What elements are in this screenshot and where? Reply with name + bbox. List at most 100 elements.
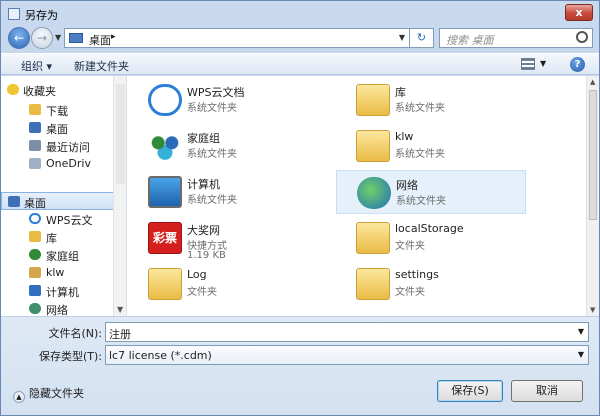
file-name: 网络 [396,179,418,192]
file-name: WPS云文档 [187,86,245,99]
file-item-wps-cloud[interactable]: WPS云文档 系统文件夹 [128,78,318,122]
filename-value[interactable]: 注册 [109,326,131,342]
file-list: WPS云文档 系统文件夹 库 系统文件夹 家庭组 系统文件夹 klw 系统文件夹… [128,76,586,316]
folder-icon [356,268,390,300]
file-item-computer[interactable]: 计算机 系统文件夹 [128,170,318,214]
search-icon[interactable] [576,31,588,43]
file-name: 家庭组 [187,132,220,145]
computer-icon [29,285,41,296]
file-type: 系统文件夹 [395,149,445,160]
filetype-value: lc7 license (*.cdm) [109,349,212,362]
file-item-dajiangwang[interactable]: 彩票 大奖网 快捷方式 1.19 KB [128,216,318,261]
sidebar-item-label: 桌面 [46,123,68,136]
filename-dropdown-icon[interactable]: ▼ [578,327,584,336]
save-as-dialog: 另存为 x ← → ▼ 桌面 ▸ ▼ ↻ 搜索 桌面 组织 ▾ 新建文件夹 ▼ … [0,0,600,416]
title-bar[interactable]: 另存为 x [1,1,599,27]
sidebar-item-label: klw [46,266,65,279]
file-name: settings [395,268,439,281]
window-icon [8,8,20,20]
file-item-homegroup[interactable]: 家庭组 系统文件夹 [128,124,318,168]
filename-label: 文件名(N): [48,327,102,340]
user-folder-icon [356,130,390,162]
computer-icon [148,176,182,208]
file-item-log[interactable]: Log 文件夹 [128,262,318,306]
view-dropdown[interactable]: ▼ [540,59,546,68]
recent-locations-dropdown[interactable]: ▼ [55,33,61,42]
address-dropdown[interactable]: ▼ [399,33,405,42]
sidebar-item-homegroup[interactable]: 家庭组 [1,246,126,264]
network-icon [357,177,391,209]
breadcrumb-separator[interactable]: ▸ [111,32,116,42]
scroll-down-icon[interactable]: ▼ [590,306,595,314]
sidebar-item-label: 家庭组 [46,250,79,263]
file-item-settings[interactable]: settings 文件夹 [336,262,526,306]
user-icon [29,267,41,278]
sidebar-item-computer[interactable]: 计算机 [1,282,126,300]
dialog-body: 收藏夹 下载 桌面 最近访问 OneDriv 桌面 WPS云文 库 家庭组 kl… [1,76,599,316]
folder-icon [148,268,182,300]
scroll-down-icon[interactable]: ▼ [117,305,123,314]
file-size: 1.19 KB [187,250,226,261]
sidebar-item-label: 下载 [46,105,68,118]
help-icon[interactable]: ? [570,57,585,72]
library-icon [29,231,41,242]
filetype-dropdown-icon[interactable]: ▼ [578,350,584,359]
file-type: 系统文件夹 [187,149,237,160]
search-input[interactable]: 搜索 桌面 [439,28,593,48]
organize-menu[interactable]: 组织 ▾ [21,58,52,74]
file-list-scrollbar[interactable]: ▲ ▼ [586,76,599,316]
sidebar-scroll-thumb[interactable] [116,84,125,184]
sidebar-item-desktop[interactable]: 桌面 [1,192,126,210]
refresh-button[interactable]: ↻ [410,28,434,48]
cancel-button[interactable]: 取消 [511,380,583,402]
sidebar-item-klw[interactable]: klw [1,264,126,282]
sidebar-item-wps-cloud[interactable]: WPS云文 [1,210,126,228]
sidebar-item-label: OneDriv [46,157,91,170]
scroll-up-icon[interactable]: ▲ [590,78,595,86]
file-list-scroll-thumb[interactable] [589,90,597,220]
back-button[interactable]: ← [8,27,30,49]
sidebar-item-label: 计算机 [46,286,79,299]
file-item-network[interactable]: 网络 系统文件夹 [336,170,526,214]
onedrive-icon [29,158,41,169]
file-name: 库 [395,86,406,99]
sidebar-item-label: 桌面 [24,197,46,210]
save-options-area: 文件名(N): 注册 ▼ 保存类型(T): lc7 license (*.cdm… [1,317,599,415]
view-options-icon[interactable] [521,58,535,70]
hide-folders-toggle[interactable]: ▲ 隐藏文件夹 [13,385,84,403]
sidebar-item-favorites[interactable]: 收藏夹 [1,81,126,99]
save-button[interactable]: 保存(S) [437,380,503,402]
breadcrumb-desktop[interactable]: 桌面 [89,32,111,48]
cloud-icon [148,84,182,116]
file-type: 系统文件夹 [395,103,445,114]
desktop-folder-icon [69,33,83,43]
sidebar-item-downloads[interactable]: 下载 [1,101,126,119]
homegroup-icon [148,130,182,162]
forward-button[interactable]: → [31,27,53,49]
file-item-library[interactable]: 库 系统文件夹 [336,78,526,122]
sidebar-item-recent[interactable]: 最近访问 [1,137,126,155]
file-type: 文件夹 [395,241,425,252]
file-item-klw[interactable]: klw 系统文件夹 [336,124,526,168]
desktop-icon [29,122,41,133]
sidebar-item-onedrive[interactable]: OneDriv [1,155,126,173]
file-name: localStorage [395,222,464,235]
lottery-icon: 彩票 [148,222,182,254]
window-title: 另存为 [25,9,58,22]
sidebar-item-network[interactable]: 网络 [1,300,126,316]
sidebar-item-library[interactable]: 库 [1,228,126,246]
close-button[interactable]: x [565,4,593,21]
sidebar-item-label: 网络 [46,304,68,316]
sidebar-item-label: 收藏夹 [23,85,56,98]
file-name: Log [187,268,207,281]
address-bar[interactable]: 桌面 ▸ ▼ [64,28,410,48]
cloud-icon [29,213,41,224]
file-type: 文件夹 [395,287,425,298]
file-name: 计算机 [187,178,220,191]
filetype-select[interactable]: lc7 license (*.cdm) ▼ [105,345,589,365]
filename-field[interactable]: 注册 ▼ [105,322,589,342]
sidebar-scrollbar[interactable]: ▼ [113,76,126,316]
new-folder-button[interactable]: 新建文件夹 [74,58,129,74]
sidebar-item-desktop-fav[interactable]: 桌面 [1,119,126,137]
file-item-localstorage[interactable]: localStorage 文件夹 [336,216,526,260]
